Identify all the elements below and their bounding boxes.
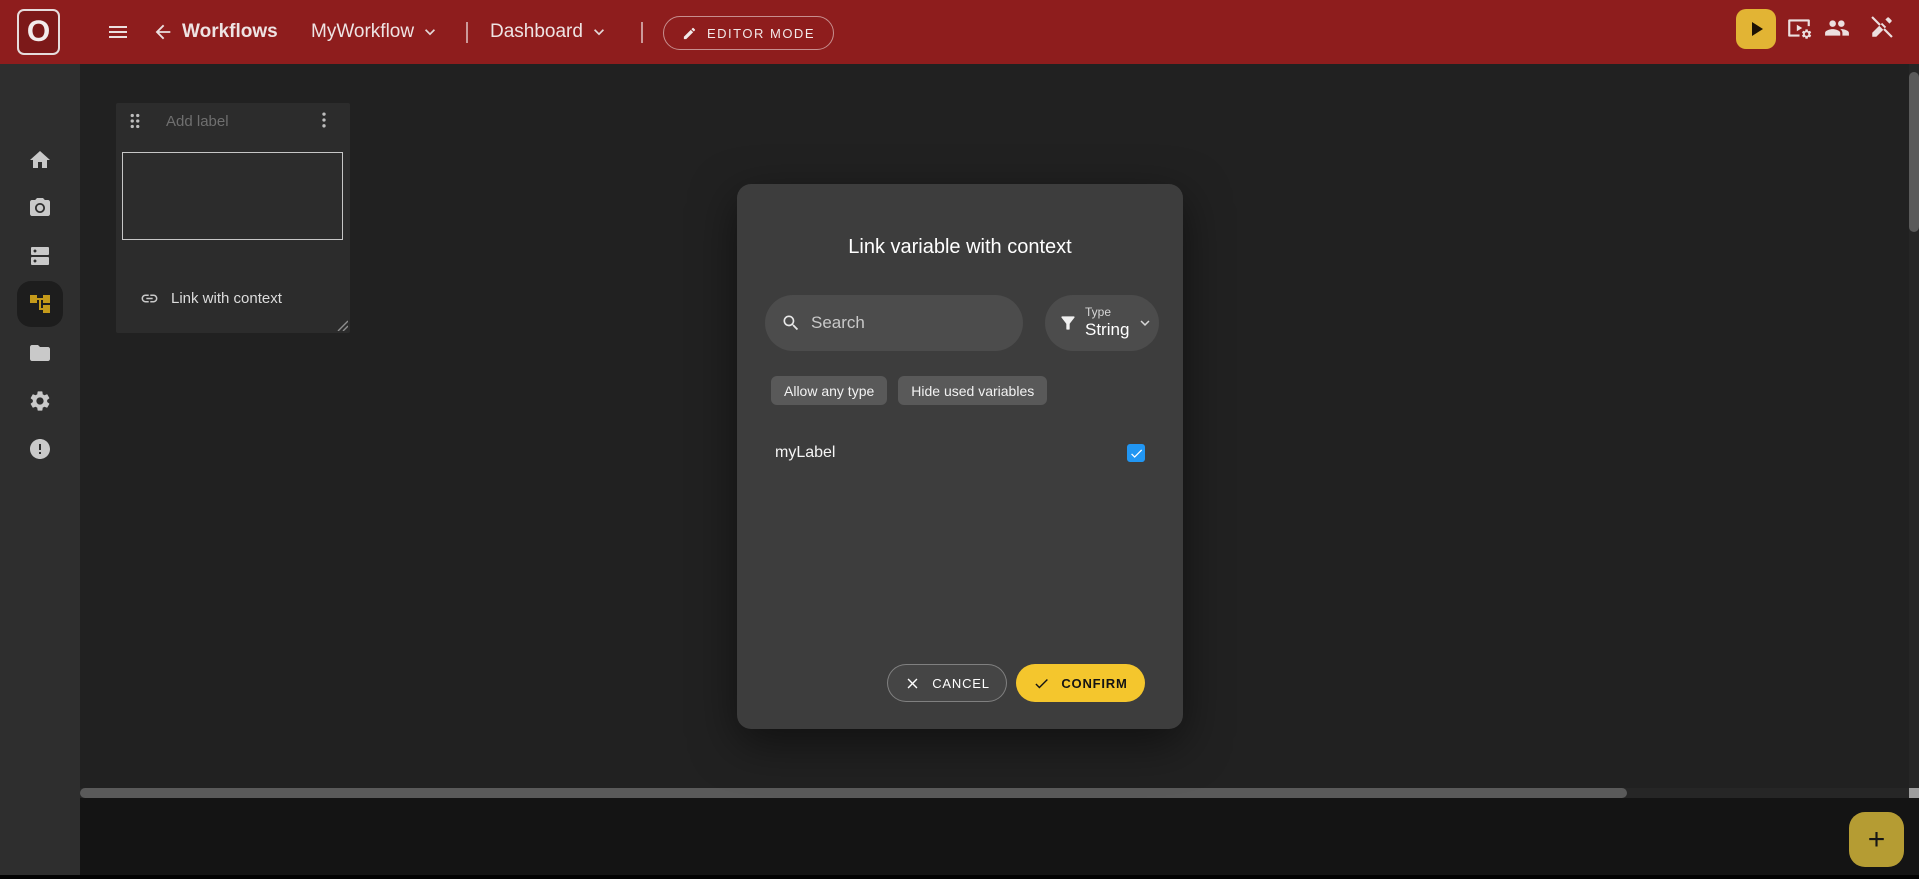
sidebar-item-workflows[interactable] — [28, 292, 52, 316]
dns-icon — [31, 247, 49, 265]
label-widget-card: Add label Link with context — [116, 103, 350, 333]
chevron-down-icon — [420, 22, 440, 42]
sidebar-item-alerts[interactable] — [28, 437, 52, 461]
link-with-context-button[interactable]: Link with context — [140, 289, 282, 308]
variable-name: myLabel — [775, 444, 836, 461]
variable-checkbox[interactable] — [1127, 444, 1145, 462]
variable-row[interactable]: myLabel — [775, 435, 1145, 471]
top-bar: O Workflows MyWorkflow | Dashboard | — [0, 0, 1919, 64]
allow-any-type-chip[interactable]: Allow any type — [771, 376, 888, 405]
sidebar-item-settings[interactable] — [28, 389, 52, 413]
dashboard-selector[interactable]: Dashboard — [490, 0, 609, 64]
topbar-divider: | — [466, 22, 468, 43]
add-widget-fab[interactable]: + — [1849, 812, 1904, 867]
logo-letter: O — [26, 15, 51, 48]
gear-icon — [30, 391, 50, 411]
video-settings-icon[interactable] — [1786, 15, 1812, 41]
horizontal-scrollbar-thumb[interactable] — [80, 788, 1627, 798]
label-preview-box — [122, 152, 343, 240]
dialog-title: Link variable with context — [848, 236, 1072, 258]
workflow-name: MyWorkflow — [311, 21, 415, 42]
cancel-label: CANCEL — [932, 675, 990, 691]
resize-handle[interactable] — [337, 320, 348, 331]
app-window: O Workflows MyWorkflow | Dashboard | — [0, 0, 1919, 879]
link-with-context-label: Link with context — [171, 290, 282, 307]
editor-mode-label: EDITOR MODE — [707, 25, 815, 41]
check-icon — [1033, 675, 1050, 692]
type-filter-dropdown[interactable]: Type String — [1045, 295, 1159, 351]
breadcrumb-section[interactable]: Workflows — [182, 0, 278, 64]
dialog-actions: CANCEL CONFIRM — [737, 664, 1183, 702]
chevron-down-icon — [589, 22, 609, 42]
close-icon — [904, 675, 921, 692]
folder-icon — [30, 345, 50, 361]
filter-icon — [1058, 313, 1078, 333]
sidebar-item-capture[interactable] — [28, 196, 52, 220]
variable-search-field[interactable] — [765, 295, 1023, 351]
home-icon — [30, 151, 50, 168]
run-button[interactable] — [1736, 9, 1776, 49]
editor-mode-button[interactable]: EDITOR MODE — [663, 16, 834, 50]
bottom-panel — [80, 798, 1919, 875]
workflow-selector[interactable]: MyWorkflow — [311, 0, 440, 64]
link-icon — [140, 289, 159, 308]
error-icon — [30, 439, 50, 459]
sidebar-item-files[interactable] — [28, 341, 52, 365]
link-variable-dialog: Link variable with context Type String A… — [737, 184, 1183, 729]
sidebar-item-home[interactable] — [28, 148, 52, 172]
edit-off-icon[interactable] — [1869, 14, 1895, 40]
scrollbar-corner — [1909, 788, 1919, 798]
window-bottom-edge — [0, 875, 1919, 879]
pencil-icon — [682, 26, 697, 41]
topbar-divider: | — [641, 22, 643, 43]
widget-label-placeholder[interactable]: Add label — [166, 113, 229, 130]
play-icon — [1744, 17, 1768, 41]
type-filter-value: String — [1085, 320, 1130, 340]
hide-used-variables-chip[interactable]: Hide used variables — [898, 376, 1048, 405]
kebab-menu-icon[interactable] — [314, 110, 334, 130]
search-input[interactable] — [811, 313, 1007, 333]
sidebar-item-panels[interactable] — [28, 244, 52, 268]
hamburger-menu-icon[interactable] — [106, 20, 130, 44]
sidebar-nav — [0, 64, 80, 875]
check-icon — [1130, 448, 1142, 458]
search-icon — [781, 313, 801, 333]
view-name: Dashboard — [490, 21, 583, 42]
people-icon[interactable] — [1824, 15, 1850, 41]
filter-chips: Allow any type Hide used variables — [771, 376, 1048, 405]
camera-icon — [30, 198, 50, 216]
confirm-button[interactable]: CONFIRM — [1016, 664, 1145, 702]
workflow-tree-icon — [30, 295, 50, 313]
vertical-scrollbar-thumb[interactable] — [1909, 72, 1919, 232]
chevron-down-icon — [1136, 314, 1154, 332]
confirm-label: CONFIRM — [1061, 675, 1128, 691]
drag-handle-icon[interactable] — [124, 110, 146, 132]
plus-icon: + — [1867, 822, 1886, 856]
back-arrow-icon[interactable] — [152, 21, 174, 43]
cancel-button[interactable]: CANCEL — [887, 664, 1007, 702]
app-logo: O — [17, 9, 60, 55]
type-filter-label: Type — [1085, 305, 1112, 320]
